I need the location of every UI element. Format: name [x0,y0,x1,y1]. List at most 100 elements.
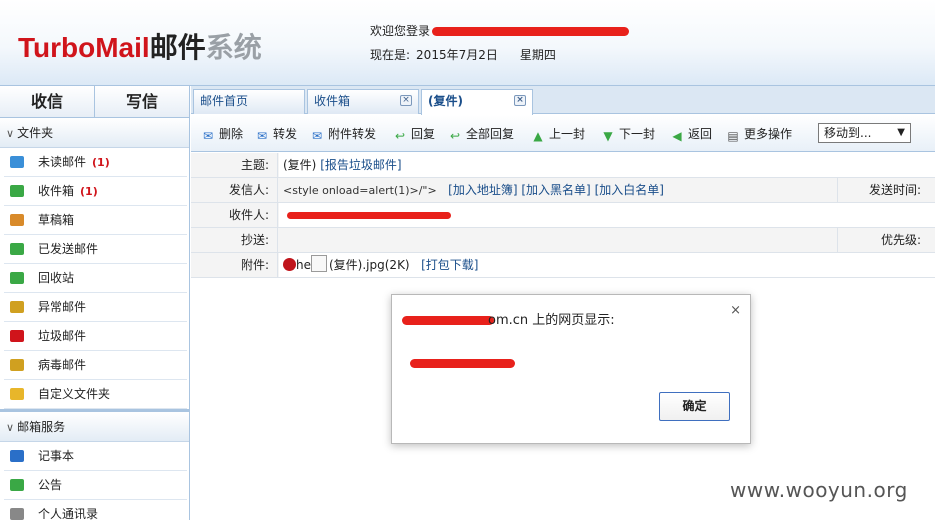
folder-label: 病毒邮件 [38,358,87,372]
recycle-bin-icon [10,272,24,284]
sidebar-folder-item[interactable]: 回收站 [4,264,187,293]
tab-inbox[interactable]: 收件箱 × [307,89,419,114]
folder-label: 未读邮件 [38,155,87,169]
sidebar-folder-item[interactable]: 未读邮件 (1) [4,148,187,177]
tab-label: 邮件首页 [200,94,249,108]
to-row: 收件人: [191,203,935,228]
delete-icon: ✉ [202,129,214,143]
tab-current-mail[interactable]: (复件) × [421,89,533,115]
next-label: 下一封 [619,127,656,141]
cc-label: 抄送: [191,228,278,252]
receive-mail-button[interactable]: 收信 [0,86,95,117]
forward-attachment-button[interactable]: ✉ 附件转发 [310,125,376,143]
logo-system: 系统 [205,32,262,63]
arrow-up-icon: ▲ [533,129,543,143]
more-actions-button[interactable]: ▤ 更多操作 [726,125,792,143]
sidebar-service-item[interactable]: 个人通讯录 [4,500,187,520]
sent-mail-icon [10,243,24,255]
sidebar-service-item[interactable]: 记事本 [4,442,187,471]
ok-button[interactable]: 确定 [659,392,730,421]
back-button[interactable]: ◀ 返回 [670,125,712,143]
service-list: 记事本公告 个人通讯录 [0,442,189,520]
forward-icon: ✉ [256,129,268,143]
to-label: 收件人: [191,203,278,227]
from-value: <style onload=alert(1)>/"> [加入地址簿] [加入黑名… [279,178,837,202]
send-time-label: 发送时间: [837,178,925,202]
redaction-mark [287,212,451,219]
unread-count-badge: (1) [92,156,110,169]
dialog-title-text: om.cn 上的网页显示: [488,313,615,328]
sidebar-folder-item[interactable]: 草稿箱 [4,206,187,235]
welcome-text: 欢迎您登录 [370,22,430,39]
report-spam-link[interactable]: [报告垃圾邮件] [320,158,401,172]
download-all-link[interactable]: [打包下载] [421,258,478,272]
virus-mail-icon [10,359,24,371]
unread-mail-icon [10,156,24,168]
address-book-icon [10,508,24,520]
close-icon[interactable]: × [400,95,412,106]
delete-button[interactable]: ✉ 删除 [201,125,243,143]
mail-toolbar: ✉ 删除 ✉ 转发 ✉ 附件转发 ↩ 回复 ↩ 全部回复 ▲ 上一封 ▼ 下一封 ◀ 返回 ▤ 更… [191,115,935,152]
folder-label: 垃圾邮件 [38,329,87,343]
redaction-mark [432,27,629,36]
previous-mail-button[interactable]: ▲ 上一封 [531,125,585,143]
sidebar-folder-item[interactable]: 病毒邮件 [4,351,187,380]
welcome-label: 欢迎您登录 [370,24,431,38]
drafts-icon [10,214,24,226]
sidebar-service-item[interactable]: 公告 [4,471,187,500]
sidebar-folder-item[interactable]: 自定义文件夹 [4,380,187,409]
tab-mail-home[interactable]: 邮件首页 [193,89,305,114]
sidebar-folder-item[interactable]: 收件箱 (1) [4,177,187,206]
next-mail-button[interactable]: ▼ 下一封 [601,125,655,143]
reply-all-icon: ↩ [449,129,461,143]
header-bar: TurboMail邮件系统 欢迎您登录 现在是: 2015年7月2日 星期四 [0,0,935,86]
folder-label: 异常邮件 [38,300,87,314]
dropdown-arrow-icon: ▼ [897,127,905,138]
logo-mail: 邮件 [149,32,206,63]
close-icon[interactable]: × [514,95,526,106]
spam-icon [10,330,24,342]
reply-button[interactable]: ↩ 回复 [393,125,435,143]
mail-header-info: 主题: (复件) [报告垃圾邮件] 发信人: <style onload=ale… [191,153,935,278]
sidebar-folder-item[interactable]: 异常邮件 [4,293,187,322]
current-date: 现在是: 2015年7月2日 星期四 [370,46,562,63]
move-to-select[interactable]: 移动到... ▼ [818,123,911,143]
broken-image-icon [311,255,327,272]
reply-label: 回复 [411,127,436,141]
sidebar-folder-item[interactable]: 垃圾邮件 [4,322,187,351]
dialog-title: om.cn 上的网页显示: [488,309,615,328]
reply-all-button[interactable]: ↩ 全部回复 [448,125,514,143]
folders-section-header[interactable]: ∨ 文件夹 [0,118,189,148]
service-label: 记事本 [38,449,75,463]
forward-button[interactable]: ✉ 转发 [255,125,297,143]
cc-row: 抄送: 优先级: [191,228,935,253]
weekday: 星期四 [519,48,556,62]
attachment-label: 附件: [191,253,278,277]
sender-address: <style onload=alert(1)>/"> [283,184,437,197]
arrow-down-icon: ▼ [603,129,613,143]
forward-attachment-icon: ✉ [311,129,323,143]
reply-icon: ↩ [394,129,406,143]
folder-label: 回收站 [38,271,75,285]
logo-brand: TurboMail [18,32,150,63]
back-label: 返回 [688,127,713,141]
custom-folder-icon [10,388,24,400]
folder-label: 收件箱 [38,184,75,198]
tab-label: 收件箱 [314,94,351,108]
compose-mail-button[interactable]: 写信 [95,86,189,117]
add-address-book-link[interactable]: [加入地址簿] [448,183,517,197]
subject-label: 主题: [191,153,278,177]
date-label: 现在是: [370,48,411,62]
watermark: www.wooyun.org [730,478,908,502]
close-icon[interactable]: × [730,303,741,318]
services-section-header[interactable]: ∨ 邮箱服务 [0,412,189,442]
add-blacklist-link[interactable]: [加入黑名单] [521,183,590,197]
attachment-file-icon [283,258,296,271]
redaction-mark [402,316,494,325]
attachment-name[interactable]: (复件).jpg(2K) [329,258,410,272]
add-whitelist-link[interactable]: [加入白名单] [595,183,664,197]
sidebar-folder-item[interactable]: 已发送邮件 [4,235,187,264]
move-to-value: 移动到... [824,126,872,140]
chevron-down-icon: ∨ [6,127,15,140]
subject-text: (复件) [283,158,317,172]
